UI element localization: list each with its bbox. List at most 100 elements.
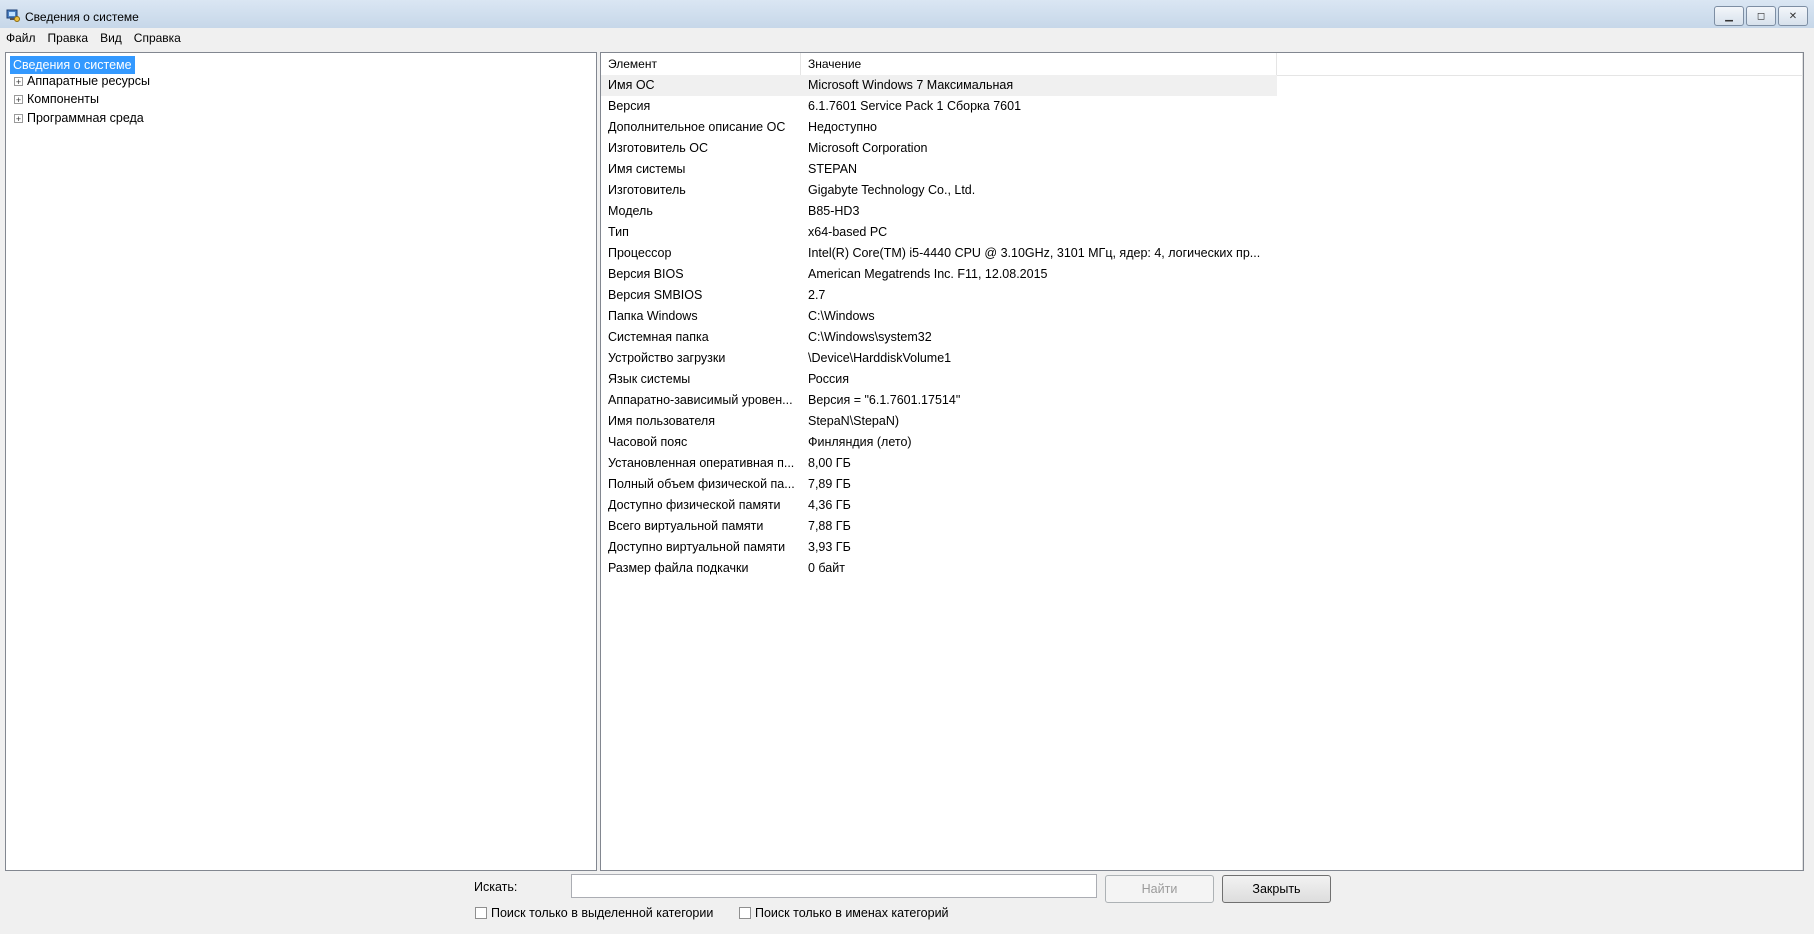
table-row[interactable]: Процессор Intel(R) Core(TM) i5-4440 CPU @… [601, 243, 1277, 264]
find-button[interactable]: Найти [1105, 875, 1214, 903]
right-border [1802, 53, 1803, 870]
tree-node-label: Программная среда [27, 111, 144, 125]
menu-view[interactable]: Вид [94, 28, 128, 48]
row-element-cell: Полный объем физической па... [608, 477, 795, 491]
row-element-cell: Версия SMBIOS [608, 288, 703, 302]
row-value-cell: STEPAN [808, 162, 858, 176]
row-value-cell: C:\Windows\system32 [808, 330, 932, 344]
checkbox-search-category-names[interactable]: Поиск только в именах категорий [739, 906, 949, 920]
table-row[interactable]: Изготовитель Gigabyte Technology Co., Ltd… [601, 180, 1277, 201]
row-element-cell: Установленная оперативная п... [608, 456, 795, 470]
category-tree[interactable]: Сведения о системе + Аппаратные ресурсы … [5, 52, 597, 871]
row-value-cell: C:\Windows [808, 309, 875, 323]
table-row[interactable]: Версия SMBIOS 2.7 [601, 285, 1277, 306]
tree-node-hardware-resources[interactable]: + Аппаратные ресурсы [14, 72, 150, 90]
table-row[interactable]: Размер файла подкачки 0 байт [601, 558, 1277, 579]
row-value-cell: 3,93 ГБ [808, 540, 851, 554]
table-row[interactable]: Полный объем физической па... 7,89 ГБ [601, 474, 1277, 495]
table-row[interactable]: Доступно виртуальной памяти 3,93 ГБ [601, 537, 1277, 558]
table-row[interactable]: Тип x64-based PC [601, 222, 1277, 243]
row-value-cell: \Device\HarddiskVolume1 [808, 351, 952, 365]
search-label: Искать: [474, 880, 518, 894]
close-dialog-button[interactable]: Закрыть [1222, 875, 1331, 903]
table-row[interactable]: Всего виртуальной памяти 7,88 ГБ [601, 516, 1277, 537]
expand-icon[interactable]: + [14, 76, 23, 86]
menu-bar: Файл Правка Вид Справка [0, 28, 1814, 48]
menu-help[interactable]: Справка [128, 28, 187, 48]
row-element-cell: Аппаратно-зависимый уровен... [608, 393, 793, 407]
details-list[interactable]: Элемент Значение Имя ОС Microsoft Windows… [600, 52, 1804, 871]
table-row[interactable]: Аппаратно-зависимый уровен... Версия = "6… [601, 390, 1277, 411]
row-value-cell: 4,36 ГБ [808, 498, 851, 512]
search-input[interactable] [571, 874, 1097, 898]
row-element-cell: Папка Windows [608, 309, 698, 323]
row-value-cell: 0 байт [808, 561, 845, 575]
row-value-cell: American Megatrends Inc. F11, 12.08.2015 [808, 267, 1048, 281]
system-information-window: Сведения о системе ▁ ◻ ✕ Файл Правка Вид… [0, 0, 1814, 934]
table-row[interactable]: Имя пользователя StepaN\StepaN) [601, 411, 1277, 432]
row-value-cell: 2.7 [808, 288, 826, 302]
row-value-cell: Intel(R) Core(TM) i5-4440 CPU @ 3.10GHz,… [808, 246, 1261, 260]
minimize-button[interactable]: ▁ [1714, 6, 1744, 26]
row-element-cell: Доступно виртуальной памяти [608, 540, 786, 554]
row-value-cell: x64-based PC [808, 225, 888, 239]
checkbox[interactable] [739, 907, 751, 919]
row-element-cell: Тип [608, 225, 629, 239]
checkbox[interactable] [475, 907, 487, 919]
row-element-cell: Размер файла подкачки [608, 561, 749, 575]
row-element-cell: Имя системы [608, 162, 686, 176]
row-value-cell: Россия [808, 372, 849, 386]
table-row[interactable]: Системная папка C:\Windows\system32 [601, 327, 1277, 348]
client-area: Сведения о системе + Аппаратные ресурсы … [0, 48, 1814, 934]
column-header-element[interactable]: Элемент [601, 53, 801, 75]
table-row[interactable]: Доступно физической памяти 4,36 ГБ [601, 495, 1277, 516]
row-value-cell: Microsoft Windows 7 Максимальная [808, 78, 1014, 92]
table-row[interactable]: Имя ОС Microsoft Windows 7 Максимальная [601, 75, 1277, 96]
column-header-value[interactable]: Значение [801, 53, 1277, 75]
table-row[interactable]: Папка Windows C:\Windows [601, 306, 1277, 327]
row-element-cell: Имя пользователя [608, 414, 715, 428]
tree-node-components[interactable]: + Компоненты [14, 90, 99, 108]
row-element-cell: Часовой пояс [608, 435, 688, 449]
table-row[interactable]: Дополнительное описание ОС Недоступно [601, 117, 1277, 138]
expand-icon[interactable]: + [14, 113, 23, 123]
row-value-cell: Microsoft Corporation [808, 141, 928, 155]
row-value-cell: Версия = "6.1.7601.17514" [808, 393, 961, 407]
row-element-cell: Версия [608, 99, 651, 113]
row-value-cell: StepaN\StepaN) [808, 414, 900, 428]
table-row[interactable]: Часовой пояс Финляндия (лето) [601, 432, 1277, 453]
checkbox-label: Поиск только в именах категорий [755, 906, 949, 920]
menu-edit[interactable]: Правка [42, 28, 95, 48]
menu-file[interactable]: Файл [0, 28, 42, 48]
system-info-app-icon [6, 9, 20, 22]
row-value-cell: Финляндия (лето) [808, 435, 912, 449]
row-value-cell: B85-HD3 [808, 204, 860, 218]
row-element-cell: Доступно физической памяти [608, 498, 781, 512]
row-element-cell: Системная папка [608, 330, 709, 344]
title-bar[interactable]: Сведения о системе ▁ ◻ ✕ [0, 0, 1814, 30]
table-row[interactable]: Устройство загрузки \Device\HarddiskVolum… [601, 348, 1277, 369]
row-element-cell: Дополнительное описание ОС [608, 120, 786, 134]
checkbox-search-selected-category[interactable]: Поиск только в выделенной категории [475, 906, 713, 920]
expand-icon[interactable]: + [14, 94, 23, 104]
row-element-cell: Изготовитель ОС [608, 141, 708, 155]
table-row[interactable]: Версия 6.1.7601 Service Pack 1 Сборка 760… [601, 96, 1277, 117]
close-button[interactable]: ✕ [1778, 6, 1808, 26]
table-row[interactable]: Язык системы Россия [601, 369, 1277, 390]
row-element-cell: Процессор [608, 246, 672, 260]
row-element-cell: Модель [608, 204, 653, 218]
table-row[interactable]: Модель B85-HD3 [601, 201, 1277, 222]
list-header: Элемент Значение [601, 53, 1803, 76]
maximize-button[interactable]: ◻ [1746, 6, 1776, 26]
row-element-cell: Язык системы [608, 372, 691, 386]
tree-node-label: Компоненты [27, 92, 100, 106]
table-row[interactable]: Версия BIOS American Megatrends Inc. F11,… [601, 264, 1277, 285]
row-element-cell: Всего виртуальной памяти [608, 519, 764, 533]
window-controls: ▁ ◻ ✕ [1714, 6, 1808, 26]
table-row[interactable]: Имя системы STEPAN [601, 159, 1277, 180]
tree-node-software-environment[interactable]: + Программная среда [14, 109, 144, 127]
table-row[interactable]: Установленная оперативная п... 8,00 ГБ [601, 453, 1277, 474]
tree-node-label: Аппаратные ресурсы [27, 74, 150, 88]
row-value-cell: Gigabyte Technology Co., Ltd. [808, 183, 976, 197]
table-row[interactable]: Изготовитель ОС Microsoft Corporation [601, 138, 1277, 159]
